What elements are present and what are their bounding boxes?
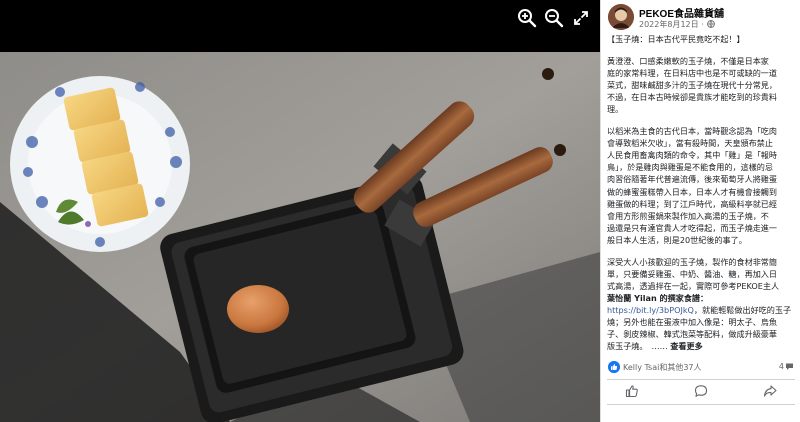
- text-line: 深受大人小孩歡迎的玉子燒，製作的食材非常簡: [607, 256, 777, 267]
- text-line: 肉習俗隨著年代普遍流傳，後來葡萄牙人將雞蛋: [607, 174, 777, 185]
- text-line: 做的蜂蜜蛋糕帶入日本，日本人才有機會接觸到: [607, 186, 777, 197]
- like-icon[interactable]: [625, 384, 639, 398]
- avatar[interactable]: [608, 4, 634, 30]
- text-line: 子、剝皮辣椒、韓式泡菜等配料，做成升級豪華: [607, 329, 777, 340]
- tamagoyaki-pans-photo: [0, 52, 600, 422]
- text-line: 燒；另外也能在蛋液中加入像是：明太子、烏魚: [607, 316, 777, 327]
- text-line: 鳥」，於是雞肉與雞蛋是不能食用的，這樣的忌: [607, 162, 773, 173]
- photo-illustration: [0, 52, 600, 422]
- comment-count[interactable]: 4: [779, 362, 784, 371]
- post-paragraph: 深受大人小孩歡迎的玉子燒，製作的食材非常簡 單，只要備妥雞蛋、中奶、醬油、糖，再…: [607, 256, 797, 352]
- zoom-in-icon[interactable]: [515, 6, 539, 30]
- recipe-link[interactable]: https://bit.ly/3bPOJkQ: [607, 305, 694, 315]
- text-line: 雞蛋做的料理；到了江戶時代，高級料亭就已經: [607, 198, 777, 209]
- text-line: 會導致稻米欠收」，當有殺時間，天皇頒布禁止: [607, 138, 773, 149]
- text-line: 人民食用畜禽肉類的命令，其中「雞」是「報時: [607, 150, 777, 161]
- zoom-out-icon[interactable]: [542, 6, 566, 30]
- text-line-bold: 葉怡蘭 Yilan 的撰家食譜：: [607, 292, 709, 303]
- fullscreen-icon[interactable]: [569, 6, 593, 30]
- post-date-text: 2022年8月12日 ·: [639, 20, 704, 29]
- text-line: 理。: [607, 104, 624, 115]
- comment-bubble-icon: [785, 362, 794, 371]
- divider: [607, 404, 795, 405]
- ellipsis: ……: [651, 341, 668, 352]
- text-line: 黃澄澄、口感柔嫩軟的玉子燒，不僅是日本家: [607, 56, 769, 67]
- text-line: 以稻米為主食的古代日本，當時觀念認為「吃肉: [607, 126, 777, 137]
- text-line: 般日本人生活，則是20世紀後的事了。: [607, 234, 747, 245]
- page-name[interactable]: PEKOE食品雜貨舖: [639, 5, 724, 20]
- post-body: 【玉子燒：日本古代平民竟吃不起！】 黃澄澄、口感柔嫩軟的玉子燒，不僅是日本家 庭…: [607, 33, 797, 352]
- post-paragraph: 以稻米為主食的古代日本，當時觀念認為「吃肉 會導致稻米欠收」，當有殺時間，天皇頒…: [607, 125, 797, 245]
- post-panel: PEKOE食品雜貨舖 2022年8月12日 · 【玉子燒：日本古代平民竟吃不起！…: [600, 0, 800, 422]
- see-more-link[interactable]: 查看更多: [670, 341, 702, 351]
- comment-icon[interactable]: [694, 384, 708, 398]
- text-line: 會用方形煎蛋鍋來製作加入高湯的玉子燒，不: [607, 210, 769, 221]
- post-date[interactable]: 2022年8月12日 ·: [639, 19, 716, 30]
- text-line: 式高湯，透過拌在一起，實際可參考PEKOE主人: [607, 280, 780, 291]
- text-line: 【玉子燒：日本古代平民竟吃不起！】: [607, 34, 745, 44]
- photo-viewer: [0, 0, 600, 422]
- text-line: 菜式，甜味鹹甜多汁的玉子燒在現代十分常見，: [607, 80, 777, 91]
- post-paragraph: 黃澄澄、口感柔嫩軟的玉子燒，不僅是日本家 庭的家常料理，在日料店中也是不可或缺的…: [607, 55, 797, 115]
- post-actions: [607, 384, 795, 402]
- text-line: 不過，在日本古時候卻是貴族才能吃到的珍貴料: [607, 92, 777, 103]
- like-reaction-icon: [608, 361, 620, 373]
- post-header: PEKOE食品雜貨舖 2022年8月12日 ·: [608, 4, 794, 32]
- reactions-summary[interactable]: Kelly Tsai和其他37人 4: [608, 361, 794, 375]
- share-icon[interactable]: [763, 384, 777, 398]
- globe-icon: [707, 20, 716, 28]
- post-headline: 【玉子燒：日本古代平民竟吃不起！】: [607, 33, 797, 45]
- reaction-names[interactable]: Kelly Tsai和其他37人: [623, 362, 702, 373]
- viewer-toolbar: [0, 0, 600, 52]
- text-line-with-link: https://bit.ly/3bPOJkQ，就能輕鬆做出好吃的玉子: [607, 304, 797, 316]
- link-suffix: ，就能輕鬆做出好吃的玉子: [693, 304, 792, 315]
- text-line-last: 版玉子燒。 …… 查看更多: [607, 340, 797, 352]
- last-text: 版玉子燒。: [607, 341, 652, 352]
- text-line: 庭的家常料理，在日料店中也是不可或缺的一道: [607, 68, 777, 79]
- text-line: 過還是只有達官貴人才吃得起，而玉子燒走進一: [607, 222, 777, 233]
- divider: [607, 379, 795, 380]
- text-line: 單，只要備妥雞蛋、中奶、醬油、糖，再加入日: [607, 268, 777, 279]
